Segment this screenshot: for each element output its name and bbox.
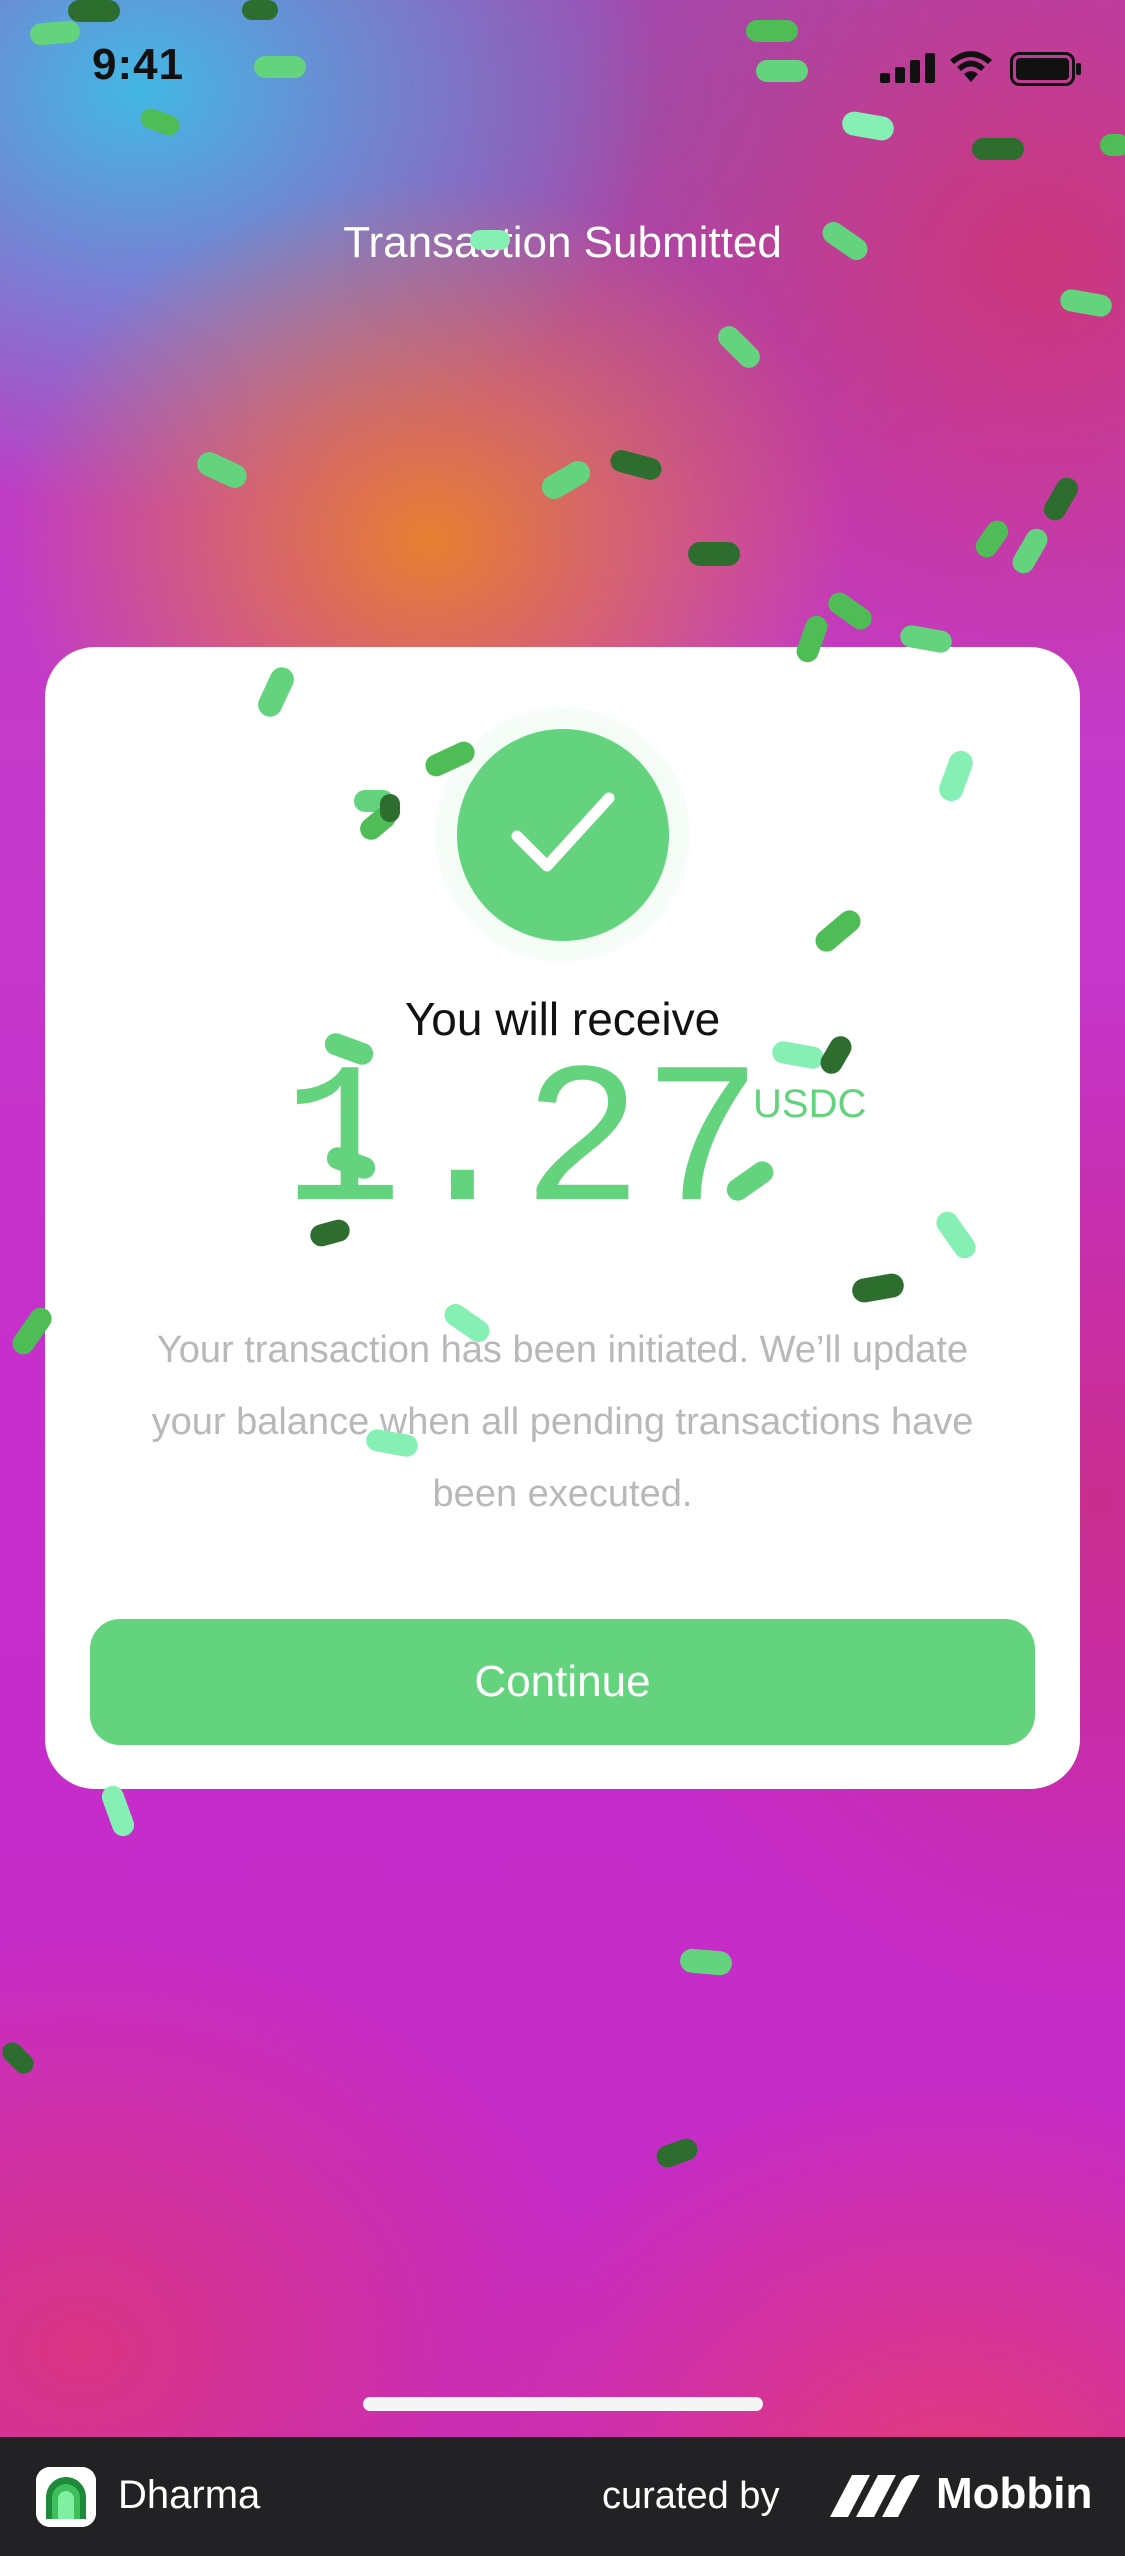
- dharma-logo-icon: [36, 2467, 96, 2527]
- continue-button[interactable]: Continue: [90, 1619, 1035, 1745]
- currency-label: USDC: [753, 1082, 867, 1126]
- confetti-piece: [254, 56, 306, 78]
- success-badge: [457, 729, 669, 941]
- confetti-piece: [972, 138, 1024, 160]
- mobbin-logo-icon: [830, 2475, 920, 2517]
- confetti-piece: [470, 230, 510, 250]
- confetti-piece: [679, 1947, 733, 1977]
- page-title: Transaction Submitted: [343, 218, 782, 267]
- signal-icon: [880, 53, 935, 83]
- home-indicator: [363, 2397, 763, 2411]
- app-name: Dharma: [118, 2473, 261, 2517]
- confetti-piece: [746, 20, 798, 42]
- amount-value: 1.27: [282, 1033, 763, 1260]
- mobbin-wordmark: Mobbin: [936, 2469, 1093, 2518]
- confetti-piece: [1100, 134, 1125, 156]
- receipt-card: You will receive 1.27 USDC Your transact…: [45, 647, 1080, 1789]
- confetti-piece: [68, 0, 120, 22]
- wifi-icon: [950, 51, 992, 82]
- amount-row: 1.27: [45, 1033, 1080, 1260]
- confetti-piece: [242, 0, 278, 20]
- footer-bar: Dharma curated by Mobbin: [0, 2437, 1125, 2556]
- battery-icon: [1010, 52, 1081, 86]
- checkmark-icon: [511, 792, 615, 872]
- confetti-piece: [756, 60, 808, 82]
- confetti-piece: [688, 542, 740, 566]
- curated-by-label: curated by: [602, 2475, 780, 2517]
- status-message: Your transaction has been initiated. We’…: [151, 1329, 974, 1515]
- confetti-piece: [380, 794, 400, 822]
- status-time: 9:41: [92, 40, 185, 89]
